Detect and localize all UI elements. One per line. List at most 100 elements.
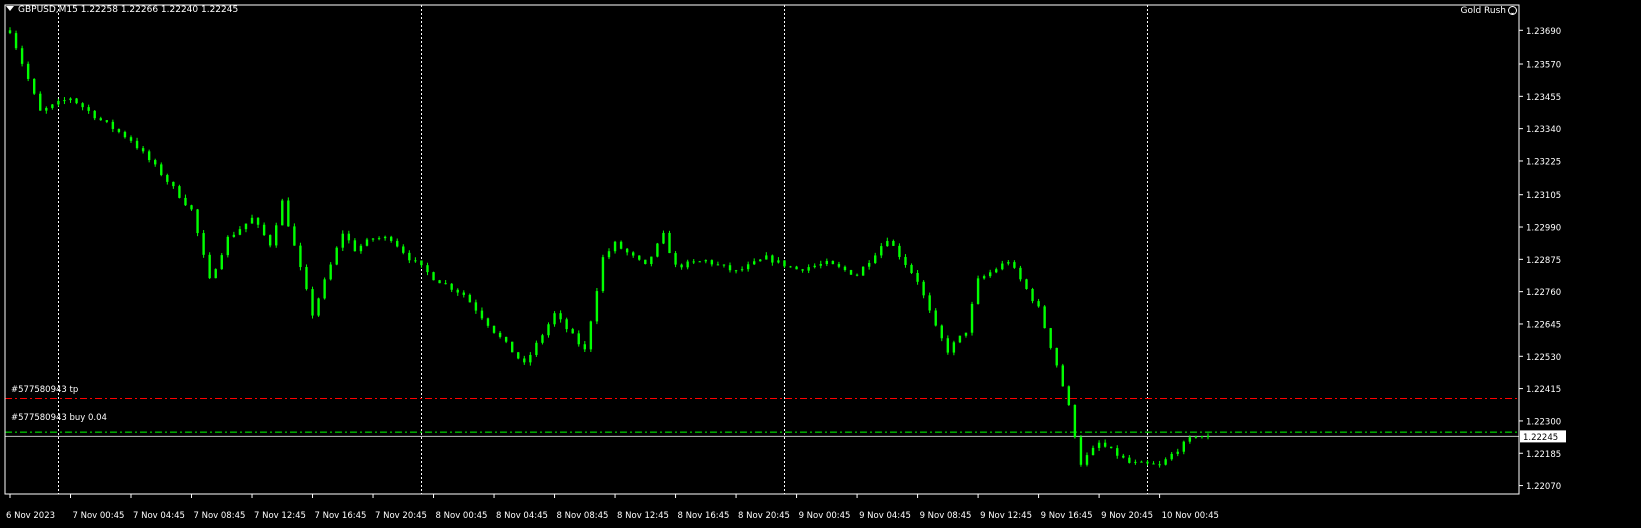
- time-tick-label: 7 Nov 00:45: [73, 511, 125, 521]
- chart[interactable]: 1.23690 1.23570 1.23455 1.23340 1.23225 1.231…: [0, 0, 1641, 524]
- candle-body: [226, 236, 230, 256]
- time-tick-label: 8 Nov 04:45: [496, 511, 548, 521]
- candle-body: [644, 259, 647, 264]
- candle-body: [438, 280, 441, 284]
- candle-body: [299, 245, 302, 268]
- candle-body: [722, 264, 726, 266]
- price-tick-label: 1.22300: [1526, 417, 1561, 427]
- candle-body: [93, 110, 96, 119]
- candle-body: [589, 321, 593, 350]
- candle-body: [214, 269, 217, 279]
- price-tick-label: 1.22530: [1526, 353, 1561, 363]
- candle-body: [160, 164, 163, 176]
- candle-body: [287, 200, 290, 227]
- candle-body: [583, 344, 586, 350]
- candle-body: [1007, 262, 1010, 264]
- time-tick-label: 9 Nov 12:45: [980, 511, 1032, 521]
- candle-body: [1097, 442, 1101, 448]
- candle-body: [172, 181, 175, 187]
- candle-body: [135, 140, 139, 149]
- price-tick-label: 1.23455: [1526, 93, 1561, 103]
- time-tick-label: 9 Nov 08:45: [920, 511, 972, 521]
- candle-body: [402, 246, 405, 253]
- candle-body: [801, 269, 804, 271]
- time-tick-label: 8 Nov 12:45: [617, 511, 669, 521]
- candle-body: [922, 281, 925, 296]
- candle-body: [1200, 436, 1204, 438]
- candle-body: [819, 264, 822, 266]
- candle-body: [601, 257, 605, 292]
- candle-body: [305, 267, 308, 290]
- candle-body: [964, 332, 968, 336]
- candle-body: [686, 261, 689, 268]
- candle-body: [75, 98, 78, 104]
- candle-body: [734, 270, 738, 272]
- candle-body: [1037, 301, 1040, 307]
- buy-order-label: #577580943 buy 0.04: [11, 413, 107, 423]
- candle-body: [311, 289, 314, 316]
- price-chart-svg[interactable]: 1.23690 1.23570 1.23455 1.23340 1.23225 1.231…: [0, 0, 1641, 524]
- candle-body: [389, 236, 393, 241]
- symbol-header[interactable]: GBPUSD,M15 1.22258 1.22266 1.22240 1.222…: [6, 5, 238, 15]
- candle-body: [559, 313, 562, 320]
- time-tick-label: 10 Nov 00:45: [1162, 511, 1219, 521]
- time-tick-label: 7 Nov 12:45: [254, 511, 306, 521]
- candle-body: [39, 93, 42, 111]
- candle-body: [238, 229, 242, 235]
- time-tick-label: 8 Nov 08:45: [557, 511, 609, 521]
- candle-body: [414, 260, 417, 262]
- current-price-label: 1.22245: [1523, 433, 1558, 443]
- price-tick-label: 1.22990: [1526, 224, 1561, 234]
- candle-body: [777, 260, 780, 263]
- candle-body: [293, 226, 296, 246]
- candle-body: [595, 291, 599, 322]
- candle-body: [129, 137, 133, 141]
- candle-body: [444, 283, 447, 285]
- candle-body: [371, 238, 375, 240]
- dropdown-triangle-icon[interactable]: [6, 6, 14, 11]
- candle-body: [553, 313, 556, 325]
- price-tick-label: 1.23340: [1526, 125, 1561, 135]
- candle-body: [232, 234, 236, 237]
- candles: [8, 27, 1210, 468]
- candle-body: [1188, 437, 1192, 442]
- candle-body: [982, 276, 986, 279]
- candle-body: [1109, 446, 1113, 449]
- candle-body: [486, 318, 490, 326]
- candle-body: [976, 278, 980, 304]
- candle-body: [619, 241, 623, 249]
- expert-advisor-name: Gold Rush: [1460, 6, 1506, 16]
- candle-body: [529, 354, 532, 363]
- candle-body: [1061, 365, 1064, 387]
- expert-advisor-label[interactable]: Gold Rush: [1460, 6, 1517, 16]
- price-tick-label: 1.22185: [1526, 450, 1561, 460]
- price-axis: 1.23690 1.23570 1.23455 1.23340 1.23225 1.231…: [1519, 27, 1566, 492]
- candle-body: [607, 251, 611, 258]
- candle-body: [892, 241, 895, 246]
- price-tick-label: 1.22645: [1526, 320, 1561, 330]
- candle-body: [202, 233, 205, 255]
- candle-body: [716, 264, 720, 266]
- candle-body: [1049, 328, 1052, 348]
- time-tick-label: 9 Nov 00:45: [799, 511, 851, 521]
- candle-body: [281, 200, 284, 226]
- candle-body: [632, 252, 635, 256]
- candle-body: [1067, 386, 1071, 405]
- candle-body: [111, 121, 115, 129]
- candle-body: [359, 245, 363, 252]
- candle-body: [87, 107, 90, 111]
- candle-body: [329, 264, 332, 280]
- candle-body: [1158, 464, 1161, 466]
- candle-body: [970, 303, 974, 333]
- time-tick-label: 8 Nov 00:45: [436, 511, 488, 521]
- candle-body: [347, 233, 351, 241]
- candle-body: [196, 209, 199, 234]
- candle-body: [668, 232, 671, 254]
- candle-body: [855, 274, 859, 276]
- candle-body: [1043, 306, 1046, 329]
- candle-body: [674, 253, 677, 265]
- candle-body: [1013, 262, 1016, 268]
- candle-body: [262, 224, 266, 236]
- price-tick-label: 1.22070: [1526, 482, 1561, 492]
- candle-body: [958, 335, 962, 343]
